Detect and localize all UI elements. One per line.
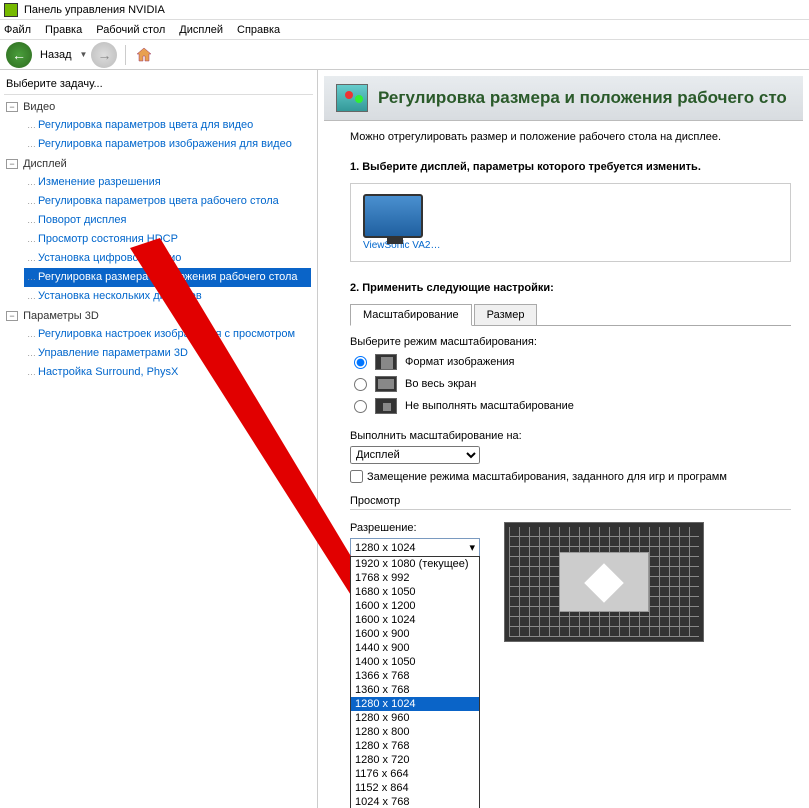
chevron-down-icon: ▾ [469, 541, 475, 554]
tree-item[interactable]: Настройка Surround, PhysX [24, 363, 311, 382]
page-description: Можно отрегулировать размер и положение … [350, 131, 791, 143]
nav-tree: − Видео Регулировка параметров цвета для… [4, 95, 313, 388]
radio-label: Не выполнять масштабирование [405, 400, 574, 412]
resolution-select[interactable]: 1280 x 1024 ▾ 1920 x 1080 (текущее)1768 … [350, 538, 480, 557]
radio-none[interactable]: Не выполнять масштабирование [350, 398, 791, 414]
tree-item[interactable]: Изменение разрешения [24, 173, 311, 192]
radio-input[interactable] [354, 400, 367, 413]
tree-group-display[interactable]: Дисплей [23, 158, 67, 170]
menubar: Файл Правка Рабочий стол Дисплей Справка [0, 20, 809, 40]
content-pane: Регулировка размера и положения рабочего… [318, 70, 809, 808]
override-checkbox[interactable] [350, 470, 363, 483]
resolution-value: 1280 x 1024 [355, 542, 416, 554]
radio-input[interactable] [354, 378, 367, 391]
resolution-option[interactable]: 1152 x 864 [351, 781, 479, 795]
menu-help[interactable]: Справка [237, 24, 280, 36]
tree-item[interactable]: Установка цифрового аудио [24, 249, 311, 268]
resolution-option[interactable]: 1600 x 1200 [351, 599, 479, 613]
no-scaling-icon [375, 398, 397, 414]
menu-display[interactable]: Дисплей [179, 24, 223, 36]
resolution-option[interactable]: 1440 x 900 [351, 641, 479, 655]
forward-button[interactable]: → [91, 42, 117, 68]
menu-file[interactable]: Файл [4, 24, 31, 36]
resolution-option[interactable]: 1280 x 1024 [351, 697, 479, 711]
toolbar: ← Назад ▼ → [0, 40, 809, 70]
tree-item[interactable]: Установка нескольких дисплеев [24, 287, 311, 306]
tree-item[interactable]: Регулировка параметров цвета для видео [24, 116, 311, 135]
radio-aspect[interactable]: Формат изображения [350, 354, 791, 370]
window-title: Панель управления NVIDIA [24, 4, 165, 16]
preview-pattern [504, 522, 704, 642]
tab-scaling[interactable]: Масштабирование [350, 304, 472, 326]
toolbar-separator [125, 45, 126, 65]
content-header: Регулировка размера и положения рабочего… [324, 76, 803, 121]
resolution-option[interactable]: 1280 x 960 [351, 711, 479, 725]
monitor-item[interactable]: ViewSonic VA2… [363, 194, 440, 251]
tabs: Масштабирование Размер [350, 304, 791, 326]
page-title: Регулировка размера и положения рабочего… [378, 88, 787, 108]
scaling-on-label: Выполнить масштабирование на: [350, 430, 791, 442]
radio-label: Во весь экран [405, 378, 476, 390]
tree-toggle-icon[interactable]: − [6, 311, 18, 321]
tree-item[interactable]: Регулировка параметров цвета рабочего ст… [24, 192, 311, 211]
window-titlebar: Панель управления NVIDIA [0, 0, 809, 20]
resolution-option[interactable]: 1400 x 1050 [351, 655, 479, 669]
tree-item[interactable]: Регулировка параметров изображения для в… [24, 135, 311, 154]
resolution-option[interactable]: 1176 x 664 [351, 767, 479, 781]
task-label: Выберите задачу... [4, 74, 313, 95]
scaling-on-select[interactable]: Дисплей [350, 446, 480, 464]
header-icon [336, 84, 368, 112]
tree-item-selected[interactable]: Регулировка размера и положения рабочего… [24, 268, 311, 287]
resolution-option[interactable]: 1600 x 1024 [351, 613, 479, 627]
fullscreen-icon [375, 376, 397, 392]
resolution-option[interactable]: 1360 x 768 [351, 683, 479, 697]
tree-toggle-icon[interactable]: − [6, 159, 18, 169]
resolution-option[interactable]: 1280 x 800 [351, 725, 479, 739]
tree-item[interactable]: Регулировка настроек изображения с просм… [24, 325, 311, 344]
aspect-icon [375, 354, 397, 370]
resolution-dropdown[interactable]: 1920 x 1080 (текущее)1768 x 9921680 x 10… [350, 556, 480, 808]
nvidia-icon [4, 3, 18, 17]
section2-label: 2. Применить следующие настройки: [350, 282, 791, 294]
tab-size[interactable]: Размер [474, 304, 538, 325]
resolution-option[interactable]: 1366 x 768 [351, 669, 479, 683]
preview-label: Просмотр [350, 495, 791, 507]
back-label: Назад [40, 49, 72, 61]
resolution-option[interactable]: 1280 x 768 [351, 739, 479, 753]
sidebar: Выберите задачу... − Видео Регулировка п… [0, 70, 318, 808]
radio-full[interactable]: Во весь экран [350, 376, 791, 392]
tree-item[interactable]: Управление параметрами 3D [24, 344, 311, 363]
menu-desktop[interactable]: Рабочий стол [96, 24, 165, 36]
resolution-option[interactable]: 1768 x 992 [351, 571, 479, 585]
monitor-icon [363, 194, 423, 238]
menu-edit[interactable]: Правка [45, 24, 82, 36]
home-icon[interactable] [134, 45, 154, 65]
display-selector: ViewSonic VA2… [350, 183, 791, 262]
scaling-mode-label: Выберите режим масштабирования: [350, 336, 791, 348]
radio-input[interactable] [354, 356, 367, 369]
tree-toggle-icon[interactable]: − [6, 102, 18, 112]
resolution-option[interactable]: 1600 x 900 [351, 627, 479, 641]
tree-group-3d[interactable]: Параметры 3D [23, 310, 99, 322]
back-button[interactable]: ← [6, 42, 32, 68]
tree-item[interactable]: Поворот дисплея [24, 211, 311, 230]
back-dropdown-icon[interactable]: ▼ [80, 50, 88, 59]
resolution-label: Разрешение: [350, 522, 480, 534]
resolution-option[interactable]: 1680 x 1050 [351, 585, 479, 599]
section1-label: 1. Выберите дисплей, параметры которого … [350, 161, 791, 173]
tree-item[interactable]: Просмотр состояния HDCP [24, 230, 311, 249]
tree-group-video[interactable]: Видео [23, 101, 55, 113]
radio-label: Формат изображения [405, 356, 515, 368]
resolution-option[interactable]: 1920 x 1080 (текущее) [351, 557, 479, 571]
resolution-option[interactable]: 1024 x 768 [351, 795, 479, 808]
resolution-option[interactable]: 1280 x 720 [351, 753, 479, 767]
override-label: Замещение режима масштабирования, заданн… [367, 471, 727, 483]
